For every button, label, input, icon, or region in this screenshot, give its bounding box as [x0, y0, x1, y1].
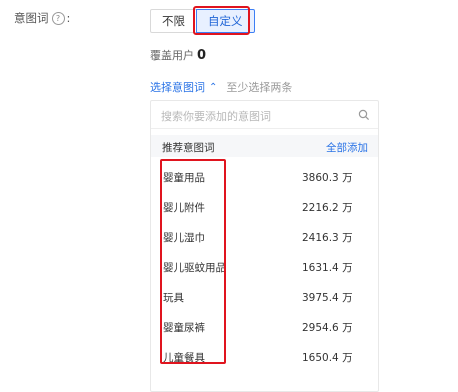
select-intent-words-link[interactable]: 选择意图词: [150, 79, 205, 95]
select-hint: 至少选择两条: [226, 81, 293, 94]
search-icon[interactable]: [358, 109, 370, 121]
item-value: 3975.4 万: [302, 292, 353, 304]
unlimited-button[interactable]: 不限: [150, 9, 197, 33]
coverage-label: 覆盖用户: [150, 49, 194, 62]
recommended-title: 推荐意图词: [162, 142, 215, 154]
add-all-link[interactable]: 全部添加: [326, 140, 368, 155]
item-value: 1631.4 万: [302, 262, 353, 274]
item-value: 2216.2 万: [302, 202, 353, 214]
intent-list-highlight: [160, 159, 226, 364]
coverage-users: 覆盖用户 0: [150, 47, 206, 63]
item-value: 1650.4 万: [302, 352, 353, 364]
custom-button-highlight: [193, 6, 250, 35]
search-input[interactable]: [159, 106, 353, 126]
item-value: 2416.3 万: [302, 232, 353, 244]
field-label-colon: :: [66, 11, 71, 25]
recommended-header: 推荐意图词 全部添加: [151, 135, 378, 157]
chevron-up-icon[interactable]: ⌃: [209, 82, 217, 93]
item-value: 3860.3 万: [302, 172, 353, 184]
question-circle-icon[interactable]: ?: [51, 11, 65, 25]
item-value: 2954.6 万: [302, 322, 353, 334]
search-bar: [151, 101, 378, 129]
select-intent-row: 选择意图词 ⌃ 至少选择两条: [150, 79, 292, 95]
coverage-count: 0: [197, 48, 207, 63]
field-label-text: 意图词: [14, 11, 49, 25]
intent-words-label: 意图词 ? :: [14, 10, 70, 26]
